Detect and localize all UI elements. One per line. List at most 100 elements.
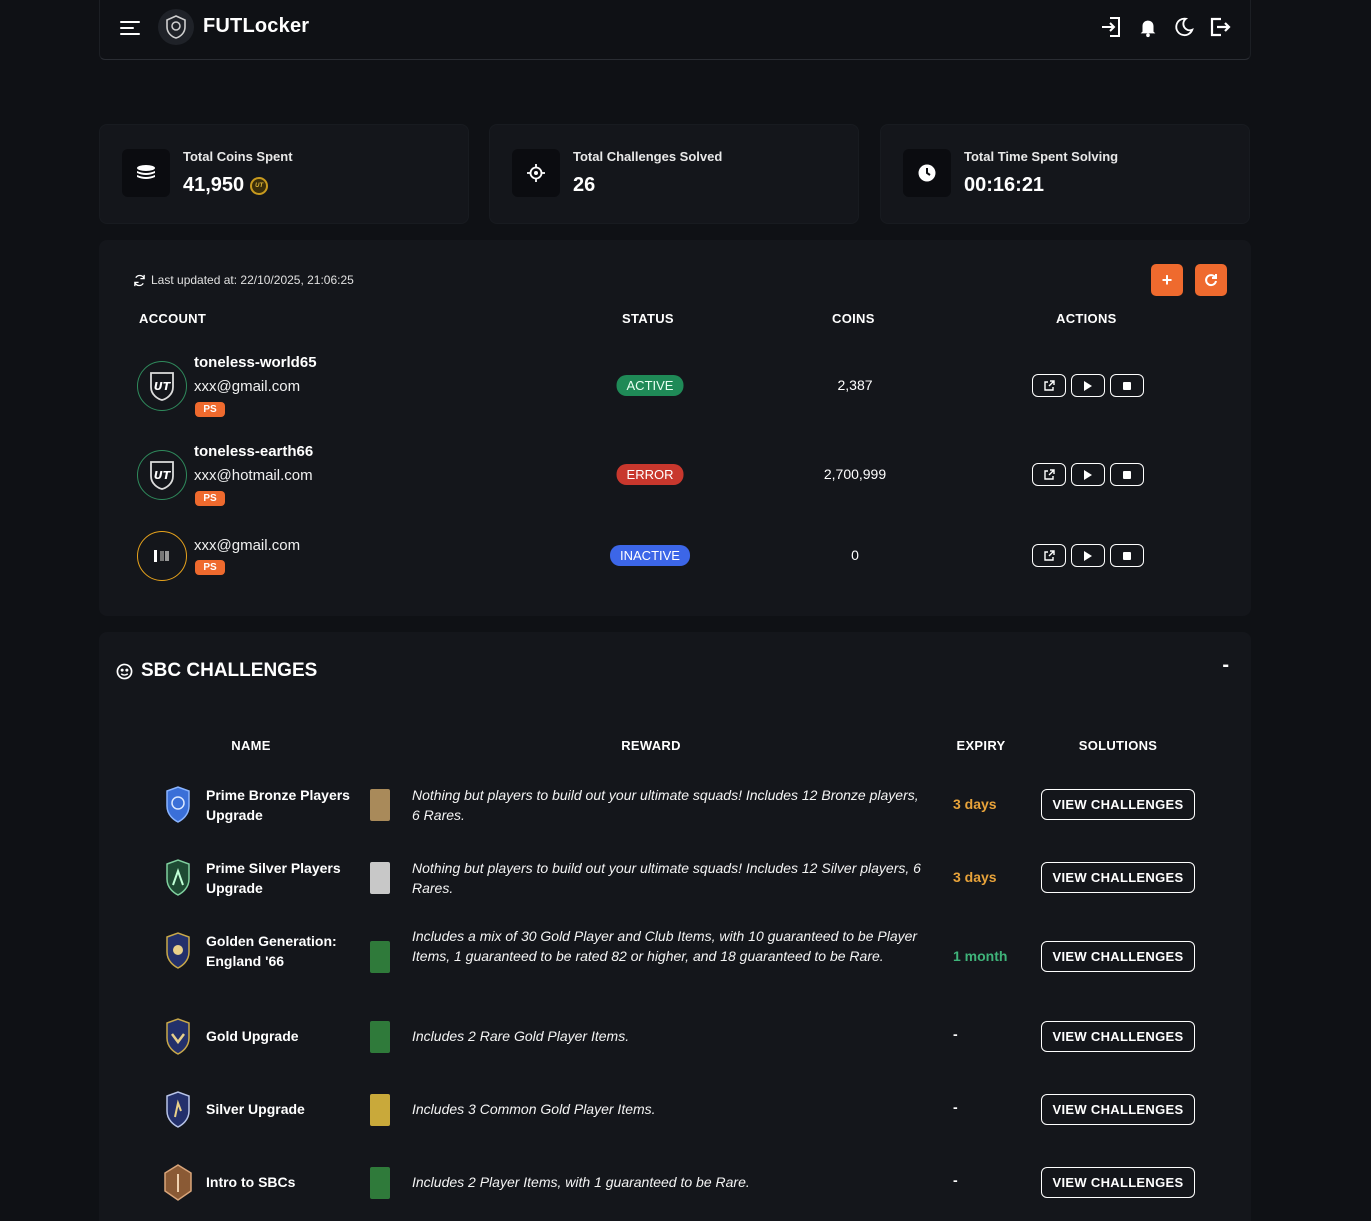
col-coins: COINS: [832, 311, 875, 326]
sbc-name: Golden Generation: England '66: [206, 933, 337, 969]
view-challenges-button[interactable]: VIEW CHALLENGES: [1041, 1167, 1195, 1198]
sbc-name: Intro to SBCs: [206, 1174, 296, 1190]
ut-coin-icon: UT: [250, 176, 269, 195]
sbc-reward: Includes 2 Player Items, with 1 guarante…: [412, 1174, 750, 1190]
logout-icon[interactable]: [1208, 14, 1232, 40]
external-link-icon: [1044, 549, 1055, 561]
pause-avatar-icon: [137, 531, 187, 581]
status-badge: ACTIVE: [616, 375, 684, 396]
sbc-name: Prime Silver Players Upgrade: [206, 860, 341, 896]
view-challenges-button[interactable]: VIEW CHALLENGES: [1041, 1021, 1195, 1052]
platform-badge: PS: [195, 560, 225, 575]
pack-icon: [370, 941, 390, 973]
ut-avatar-icon: UT: [137, 361, 187, 411]
play-button[interactable]: [1071, 374, 1105, 397]
stop-icon: [1123, 470, 1131, 479]
play-icon: [1084, 380, 1092, 391]
last-updated-text: Last updated at: 22/10/2025, 21:06:25: [151, 273, 354, 287]
stop-icon: [1123, 551, 1131, 560]
status-badge: ERROR: [616, 464, 684, 485]
shield-badge-icon: [161, 931, 195, 971]
sbc-expiry: 1 month: [953, 948, 1008, 964]
accounts-panel: Last updated at: 22/10/2025, 21:06:25 + …: [99, 240, 1251, 616]
sbc-reward: Includes 3 Common Gold Player Items.: [412, 1101, 656, 1117]
account-name: toneless-earth66: [194, 443, 314, 460]
coins-icon: [122, 149, 170, 197]
sbc-expiry: -: [953, 1099, 958, 1115]
sbc-row: Intro to SBCs Includes 2 Player Items, w…: [99, 1163, 1251, 1221]
open-external-button[interactable]: [1032, 463, 1066, 486]
account-email: xxx@hotmail.com: [194, 467, 313, 484]
play-button[interactable]: [1071, 463, 1105, 486]
login-icon[interactable]: [1100, 14, 1124, 40]
stat-value-text: 41,950: [183, 174, 245, 196]
pack-icon: [370, 1094, 390, 1126]
col-status: STATUS: [622, 311, 674, 326]
shield-badge-icon: [161, 858, 195, 898]
stop-button[interactable]: [1110, 544, 1144, 567]
open-external-button[interactable]: [1032, 374, 1066, 397]
sbc-expiry: -: [953, 1172, 958, 1188]
bell-icon[interactable]: [1136, 14, 1160, 40]
stat-value: 41,950 UT: [183, 174, 269, 197]
coins-value: 2,700,999: [823, 466, 887, 482]
sbc-title-text: SBC CHALLENGES: [141, 660, 318, 681]
crosshair-icon: [512, 149, 560, 197]
sbc-row: Prime Bronze Players Upgrade Nothing but…: [99, 785, 1251, 845]
stat-card-challenges: Total Challenges Solved 26: [489, 124, 859, 224]
collapse-button[interactable]: -: [1222, 654, 1229, 677]
sbc-reward: Includes a mix of 30 Gold Player and Clu…: [412, 928, 918, 964]
sbc-name: Silver Upgrade: [206, 1101, 305, 1117]
view-challenges-button[interactable]: VIEW CHALLENGES: [1041, 1094, 1195, 1125]
account-row: UT toneless-earth66 xxx@hotmail.com PS E…: [99, 443, 1251, 510]
col-account: ACCOUNT: [139, 311, 207, 326]
refresh-button[interactable]: [1195, 264, 1227, 296]
open-external-button[interactable]: [1032, 544, 1066, 567]
sbc-expiry: 3 days: [953, 796, 997, 812]
platform-badge: PS: [195, 491, 225, 506]
play-button[interactable]: [1071, 544, 1105, 567]
stat-label: Total Time Spent Solving: [964, 149, 1119, 164]
sbc-row: Gold Upgrade Includes 2 Rare Gold Player…: [99, 1017, 1251, 1077]
view-challenges-button[interactable]: VIEW CHALLENGES: [1041, 941, 1195, 972]
view-challenges-button[interactable]: VIEW CHALLENGES: [1041, 789, 1195, 820]
sbc-name: Prime Bronze Players Upgrade: [206, 787, 350, 823]
moon-icon[interactable]: [1172, 14, 1196, 40]
top-navbar: FUTLocker: [99, 0, 1251, 60]
pack-icon: [370, 789, 390, 821]
sbc-expiry: 3 days: [953, 869, 997, 885]
account-row: xxx@gmail.com PS INACTIVE 0: [99, 531, 1251, 591]
pack-icon: [370, 1021, 390, 1053]
external-link-icon: [1044, 468, 1055, 480]
sbc-row: Prime Silver Players Upgrade Nothing but…: [99, 858, 1251, 918]
stat-card-coins: Total Coins Spent 41,950 UT: [99, 124, 469, 224]
sbc-panel: SBC CHALLENGES - NAME REWARD EXPIRY SOLU…: [99, 632, 1251, 1221]
shield-badge-icon: [161, 1017, 195, 1057]
stop-button[interactable]: [1110, 463, 1144, 486]
external-link-icon: [1044, 379, 1055, 391]
col-reward: REWARD: [621, 738, 681, 753]
sbc-row: Golden Generation: England '66 Includes …: [99, 928, 1251, 991]
shield-badge-icon: [161, 1163, 195, 1203]
refresh-small-icon: [134, 274, 145, 286]
view-challenges-button[interactable]: VIEW CHALLENGES: [1041, 862, 1195, 893]
svg-text:UT: UT: [154, 380, 172, 393]
menu-icon[interactable]: [120, 18, 142, 38]
stat-card-time: Total Time Spent Solving 00:16:21: [880, 124, 1250, 224]
shield-badge-icon: [161, 785, 195, 825]
play-icon: [1084, 469, 1092, 480]
clock-icon: [903, 149, 951, 197]
stat-value: 26: [573, 174, 596, 196]
last-updated: Last updated at: 22/10/2025, 21:06:25: [133, 273, 354, 287]
stop-icon: [1123, 381, 1131, 390]
sbc-reward: Nothing but players to build out your ul…: [412, 787, 919, 823]
coins-value: 0: [851, 547, 859, 563]
stop-button[interactable]: [1110, 374, 1144, 397]
account-email: xxx@gmail.com: [194, 537, 301, 554]
add-account-button[interactable]: +: [1151, 264, 1183, 296]
ut-avatar-icon: UT: [137, 450, 187, 500]
sbc-expiry: -: [953, 1026, 958, 1042]
sbc-title: SBC CHALLENGES: [116, 660, 317, 682]
sbc-reward: Nothing but players to build out your ul…: [412, 860, 921, 896]
shield-badge-icon: [161, 1090, 195, 1130]
